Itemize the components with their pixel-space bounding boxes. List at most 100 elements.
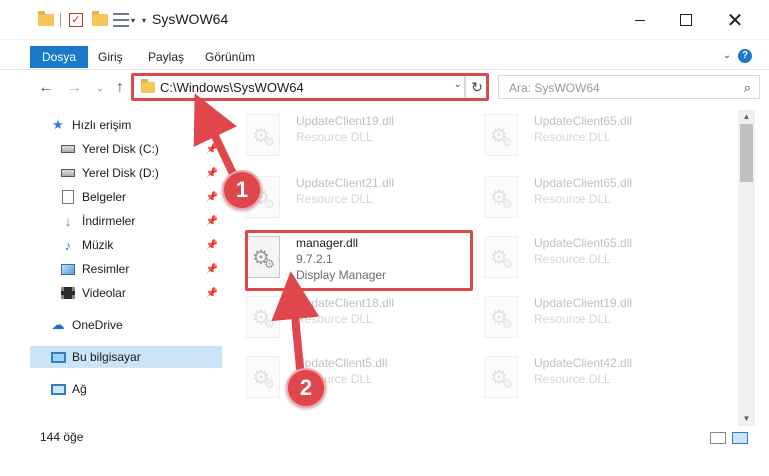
sidebar-item-this-pc[interactable]: Bu bilgisayar — [30, 346, 222, 368]
file-item[interactable]: UpdateClient19.dll Resource DLL — [468, 292, 688, 346]
dll-file-icon — [484, 114, 518, 156]
separator — [60, 10, 61, 30]
status-bar: 144 öğe — [30, 426, 760, 448]
cloud-icon: ☁ — [51, 317, 65, 332]
file-item[interactable]: UpdateClient19.dll Resource DLL — [230, 110, 450, 164]
pin-icon: 📌 — [205, 239, 218, 251]
file-item[interactable]: UpdateClient5.dll Resource DLL — [230, 352, 450, 406]
address-highlight-box — [131, 73, 489, 101]
file-description: Resource DLL — [534, 192, 611, 206]
chevron-down-icon[interactable]: ⌄ — [720, 49, 734, 63]
tab-home[interactable]: Giriş — [86, 46, 135, 68]
file-name: UpdateClient19.dll — [296, 114, 395, 128]
minimize-button[interactable] — [617, 0, 663, 40]
file-item[interactable]: UpdateClient65.dll Resource DLL — [468, 172, 688, 226]
sidebar-item-label: Ağ — [72, 382, 87, 396]
sidebar-item-pictures[interactable]: Resimler 📌 — [30, 258, 222, 280]
recent-locations-icon[interactable]: ⌄ — [90, 78, 110, 98]
folder-icon[interactable] — [92, 10, 108, 30]
file-description: Resource DLL — [534, 312, 611, 326]
sidebar-item-label: Yerel Disk (C:) — [82, 142, 159, 156]
folder-icon[interactable] — [38, 10, 54, 30]
file-name: UpdateClient21.dll — [296, 176, 395, 190]
back-arrow-icon[interactable]: ← — [36, 78, 56, 98]
sidebar-item-label: Müzik — [82, 238, 114, 252]
step-1-badge: 1 — [222, 170, 262, 210]
sidebar-item-label: Yerel Disk (D:) — [82, 166, 159, 180]
file-item[interactable]: UpdateClient21.dll Resource DLL — [230, 172, 450, 226]
file-name: UpdateClient65.dll — [534, 236, 633, 250]
file-item[interactable]: UpdateClient18.dll Resource DLL — [230, 292, 450, 346]
network-icon — [50, 382, 66, 396]
dll-file-icon — [484, 176, 518, 218]
search-input[interactable]: Ara: SysWOW64 ⌕ — [498, 75, 760, 99]
pictures-icon — [60, 262, 76, 276]
sidebar-item-quick-access[interactable]: ★ Hızlı erişim — [30, 114, 222, 136]
drive-icon — [60, 166, 76, 180]
downloads-icon: ↓ — [64, 213, 72, 229]
sidebar-item-downloads[interactable]: ↓ İndirmeler 📌 — [30, 210, 222, 232]
checkbox-icon[interactable]: ✓ — [69, 10, 83, 30]
dll-file-icon — [246, 296, 280, 338]
window-title: SysWOW64 — [152, 11, 229, 27]
file-description: Resource DLL — [296, 192, 373, 206]
sidebar-item-label: İndirmeler — [82, 214, 136, 228]
file-description: Resource DLL — [534, 372, 611, 386]
up-arrow-icon[interactable]: ↑ — [110, 78, 130, 98]
vertical-scrollbar[interactable]: ▲ ▼ — [738, 110, 755, 426]
dll-file-icon — [246, 356, 280, 398]
file-item[interactable]: UpdateClient65.dll Resource DLL — [468, 232, 688, 286]
details-view-icon[interactable] — [710, 432, 726, 444]
tab-view[interactable]: Görünüm — [193, 46, 267, 68]
scroll-up-icon[interactable]: ▲ — [738, 110, 755, 124]
pin-icon: 📌 — [205, 287, 218, 299]
sidebar-item-documents[interactable]: Belgeler 📌 — [30, 186, 222, 208]
computer-icon — [50, 350, 66, 364]
properties-icon[interactable] — [113, 10, 129, 30]
file-description: Resource DLL — [534, 130, 611, 144]
pin-icon: 📌 — [205, 191, 218, 203]
file-description: Resource DLL — [534, 252, 611, 266]
sidebar-item-local-disk-d[interactable]: Yerel Disk (D:) 📌 — [30, 162, 222, 184]
sidebar-item-network[interactable]: Ağ — [30, 378, 222, 400]
tab-share[interactable]: Paylaş — [136, 46, 196, 68]
star-icon: ★ — [52, 117, 64, 132]
dll-file-icon — [484, 356, 518, 398]
pin-icon: 📌 — [205, 143, 218, 155]
file-item[interactable]: UpdateClient65.dll Resource DLL — [468, 110, 688, 164]
customize-toolbar-icon[interactable]: ▾ — [142, 10, 146, 30]
sidebar-item-label: Resimler — [82, 262, 130, 276]
music-icon: ♪ — [64, 237, 72, 253]
search-icon: ⌕ — [743, 80, 751, 95]
close-button[interactable]: ✕ — [712, 0, 758, 40]
file-description: Resource DLL — [296, 312, 373, 326]
sidebar-item-onedrive[interactable]: ☁ OneDrive — [30, 314, 222, 336]
item-count: 144 öğe — [40, 430, 84, 444]
sidebar-item-label: Bu bilgisayar — [72, 350, 141, 364]
tab-file[interactable]: Dosya — [30, 46, 89, 68]
step-2-badge: 2 — [286, 368, 326, 408]
drive-icon — [60, 142, 76, 156]
large-icons-view-icon[interactable] — [732, 432, 748, 444]
sidebar-item-music[interactable]: ♪ Müzik 📌 — [30, 234, 222, 256]
help-icon[interactable]: ? — [738, 49, 752, 63]
sidebar-item-label: Belgeler — [82, 190, 127, 204]
pin-icon: 📌 — [205, 263, 218, 275]
maximize-button[interactable] — [663, 0, 709, 40]
dll-file-icon — [484, 296, 518, 338]
search-placeholder: Ara: SysWOW64 — [509, 81, 600, 95]
pin-icon: 📌 — [205, 167, 218, 179]
scroll-down-icon[interactable]: ▼ — [738, 412, 755, 426]
scrollbar-thumb[interactable] — [740, 124, 753, 182]
sidebar-item-local-disk-c[interactable]: Yerel Disk (C:) 📌 — [30, 138, 222, 160]
pin-icon: 📌 — [205, 215, 218, 227]
navigation-pane: ★ Hızlı erişim Yerel Disk (C:) 📌 Yerel D… — [30, 110, 222, 420]
chevron-down-icon[interactable]: ▾ — [131, 10, 135, 30]
sidebar-item-label: Videolar — [82, 286, 126, 300]
file-item[interactable]: UpdateClient42.dll Resource DLL — [468, 352, 688, 406]
file-highlight-box — [245, 230, 473, 291]
sidebar-item-videos[interactable]: Videolar 📌 — [30, 282, 222, 304]
file-name: UpdateClient65.dll — [534, 114, 633, 128]
sidebar-item-label: Hızlı erişim — [72, 118, 132, 132]
forward-arrow-icon[interactable]: → — [64, 78, 84, 98]
